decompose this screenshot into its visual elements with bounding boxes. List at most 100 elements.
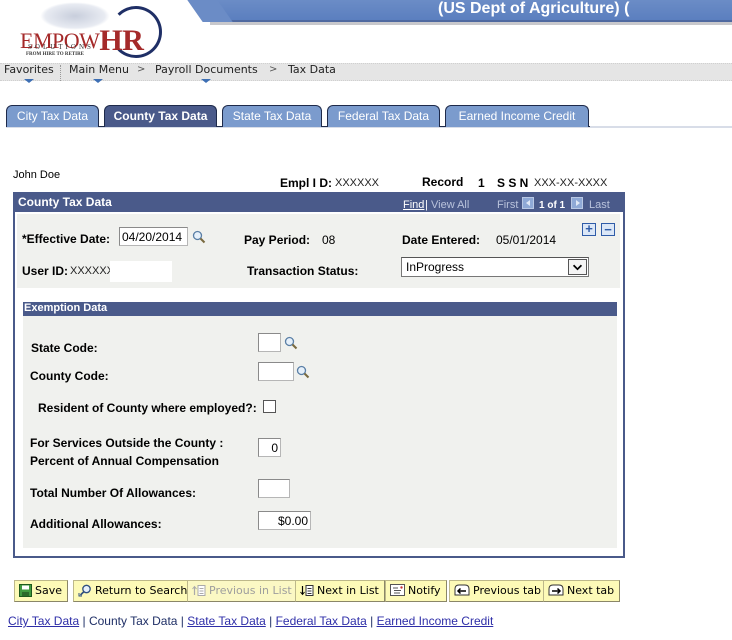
breadcrumb-divider [60, 65, 61, 81]
next-in-list-label: Next in List [317, 584, 379, 597]
transaction-status-value: InProgress [406, 260, 465, 274]
previous-in-list-label: Previous in List [209, 584, 292, 597]
first-link[interactable]: First [497, 199, 518, 211]
user-id-field [110, 261, 172, 282]
footer-link-city-tax-data[interactable]: City Tax Data [8, 614, 79, 628]
county-code-input[interactable] [258, 362, 294, 381]
user-id-label: User ID: [22, 264, 69, 278]
breadcrumb-payroll-documents[interactable]: Payroll Documents [155, 63, 258, 76]
panel-title: County Tax Data [18, 195, 112, 209]
next-tab-button[interactable]: Next tab [543, 580, 621, 602]
tab-county-tax-data[interactable]: County Tax Data [104, 105, 217, 127]
additional-allowances-input[interactable] [258, 511, 311, 530]
previous-in-list-button[interactable]: Previous in List [187, 580, 298, 602]
previous-tab-label: Previous tab [473, 584, 542, 597]
ssn-value: XXX-XX-XXXX [534, 177, 608, 189]
footer-link-separator: | [180, 614, 184, 628]
pay-period-value: 08 [322, 233, 336, 247]
notify-button[interactable]: Notify [385, 580, 447, 602]
next-tab-label: Next tab [567, 584, 615, 597]
organization-title: (US Dept of Agriculture) ( [438, 0, 630, 17]
calendar-lookup-icon[interactable] [192, 230, 206, 244]
previous-in-list-icon [192, 584, 206, 596]
main-menu-dropdown-icon[interactable] [93, 79, 103, 83]
date-entered-value: 05/01/2014 [496, 233, 557, 247]
county-code-label: County Code: [30, 369, 109, 383]
delete-row-button[interactable]: − [601, 223, 615, 236]
effective-date-label: *Effective Date: [22, 232, 111, 246]
state-code-label: State Code: [31, 341, 98, 355]
employee-name: John Doe [13, 169, 61, 181]
next-row-icon[interactable] [571, 197, 583, 209]
notify-icon [390, 584, 405, 596]
services-outside-label: For Services Outside the County : [30, 436, 224, 450]
previous-row-icon[interactable] [522, 197, 534, 209]
state-code-lookup-icon[interactable] [284, 336, 298, 350]
total-allowances-input[interactable] [258, 479, 290, 498]
return-search-icon [78, 584, 91, 596]
footer-link-separator: | [370, 614, 374, 628]
footer-link-county-tax-data: County Tax Data [88, 614, 178, 628]
footer-link-federal-tax-data[interactable]: Federal Tax Data [276, 614, 367, 628]
exemption-title: Exemption Data [24, 302, 108, 314]
percent-compensation-input[interactable] [258, 438, 281, 457]
view-all-link[interactable]: View All [431, 199, 469, 211]
record-value: 1 [478, 176, 485, 190]
transaction-status-label: Transaction Status: [247, 264, 359, 278]
state-code-input[interactable] [258, 333, 281, 352]
row-count: 1 of 1 [539, 200, 566, 211]
county-code-lookup-icon[interactable] [296, 365, 310, 379]
breadcrumb-main-menu[interactable]: Main Menu [69, 63, 129, 76]
save-button[interactable]: Save [14, 580, 69, 602]
link-separator: | [425, 199, 428, 211]
previous-tab-button[interactable]: Previous tab [449, 580, 548, 602]
pay-period-label: Pay Period: [244, 233, 311, 247]
next-in-list-icon [300, 584, 314, 596]
footer-link-state-tax-data[interactable]: State Tax Data [187, 614, 266, 628]
exemption-header [23, 302, 617, 316]
next-in-list-button[interactable]: Next in List [295, 580, 385, 602]
tab-federal-tax-data[interactable]: Federal Tax Data [327, 105, 440, 127]
favorites-dropdown-icon[interactable] [24, 79, 34, 83]
save-icon [19, 583, 32, 597]
last-link[interactable]: Last [589, 199, 610, 211]
empl-id-value: XXXXXX [335, 177, 380, 189]
logo-brand-right: HR [99, 24, 144, 57]
footer-tab-links: City Tax Data | County Tax Data | State … [8, 614, 493, 628]
find-link[interactable]: Find [403, 199, 424, 211]
next-tab-icon [548, 584, 564, 596]
breadcrumb-separator: > [269, 64, 278, 75]
logo-tagline: FROM HIRE TO RETIRE [26, 52, 85, 57]
percent-compensation-label: Percent of Annual Compensation [30, 454, 219, 468]
tab-city-tax-data[interactable]: City Tax Data [6, 105, 99, 127]
additional-allowances-label: Additional Allowances: [30, 517, 162, 531]
previous-tab-icon [454, 584, 470, 596]
breadcrumb-separator: > [137, 64, 146, 75]
exemption-section [23, 316, 617, 548]
chevron-down-icon[interactable] [568, 259, 587, 275]
user-id-value: XXXXXX [70, 265, 115, 277]
return-to-search-label: Return to Search [95, 584, 188, 597]
payroll-documents-dropdown-icon[interactable] [201, 79, 211, 83]
add-row-button[interactable]: + [582, 222, 596, 236]
logo-sub: SOLUTIONS [28, 43, 94, 51]
effective-date-input[interactable] [119, 227, 188, 246]
tab-earned-income-credit[interactable]: Earned Income Credit [445, 105, 589, 127]
footer-link-separator: | [82, 614, 86, 628]
record-label: Record [422, 175, 464, 189]
empowhr-logo: EMPOWHR SOLUTIONS FROM HIRE TO RETIRE [10, 2, 170, 60]
breadcrumb-tax-data[interactable]: Tax Data [288, 63, 336, 76]
footer-link-earned-income-credit[interactable]: Earned Income Credit [377, 614, 494, 628]
breadcrumb-favorites[interactable]: Favorites [4, 63, 54, 76]
return-to-search-button[interactable]: Return to Search [73, 580, 194, 602]
resident-label: Resident of County where employed?: [38, 401, 257, 415]
resident-checkbox[interactable] [263, 400, 276, 413]
ssn-label: S S N [497, 176, 529, 190]
header-banner-shadow [210, 22, 732, 25]
date-entered-label: Date Entered: [402, 233, 481, 247]
total-allowances-label: Total Number Of Allowances: [30, 486, 197, 500]
notify-label: Notify [408, 584, 441, 597]
tab-state-tax-data[interactable]: State Tax Data [222, 105, 322, 127]
transaction-status-select[interactable]: InProgress [401, 257, 589, 277]
save-label: Save [35, 584, 63, 597]
